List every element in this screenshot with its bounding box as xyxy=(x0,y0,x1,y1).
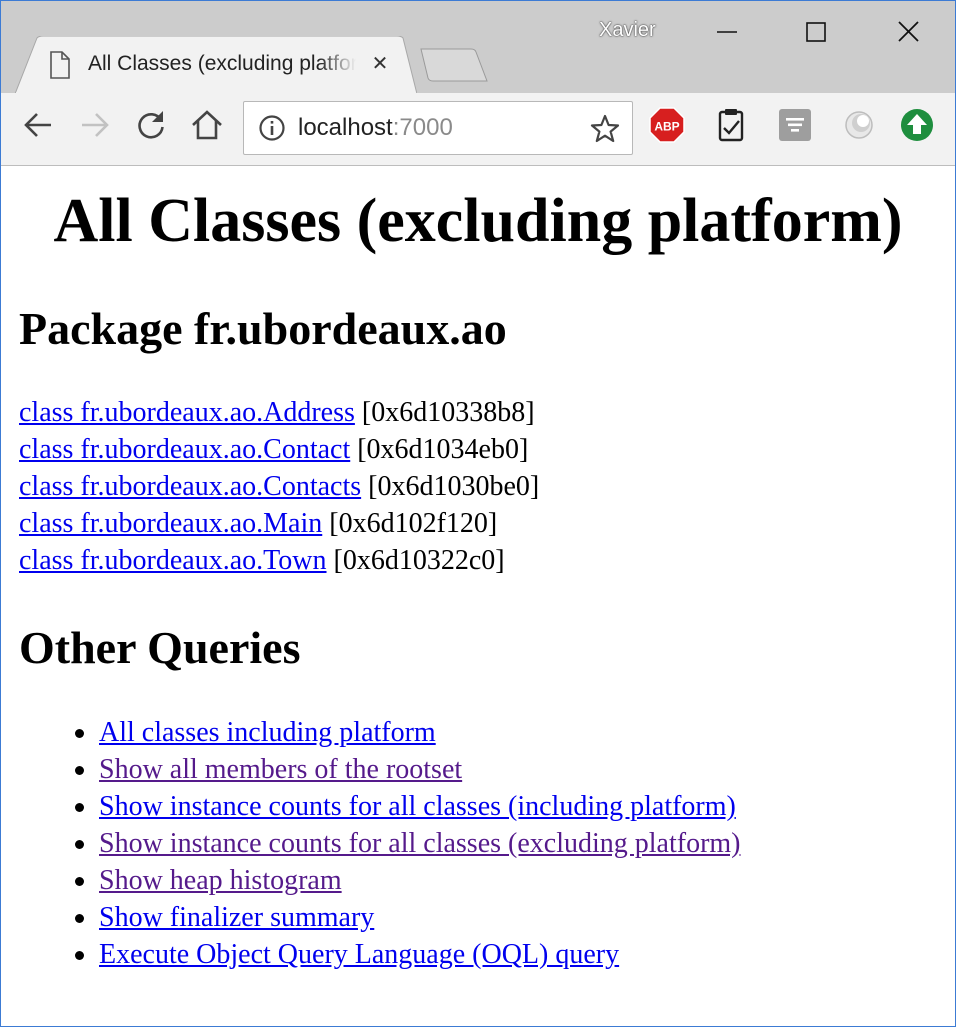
list-item: Execute Object Query Language (OQL) quer… xyxy=(75,936,741,973)
circle-extension-button[interactable] xyxy=(841,107,877,143)
maximize-icon xyxy=(806,22,826,42)
page-title: All Classes (excluding platform) xyxy=(53,187,903,255)
adblock-plus-icon: ABP xyxy=(649,107,685,143)
clipboard-extension-button[interactable] xyxy=(713,107,749,143)
class-link[interactable]: class fr.ubordeaux.ao.Address xyxy=(19,397,355,428)
list-item: Show instance counts for all classes (ex… xyxy=(75,825,741,862)
tab-close-button[interactable]: ✕ xyxy=(369,52,391,74)
adblock-plus-button[interactable]: ABP xyxy=(649,107,685,143)
tab-title: All Classes (excluding platform) xyxy=(88,52,356,75)
query-list: All classes including platform Show all … xyxy=(75,714,741,973)
class-address: [0x6d102f120] xyxy=(329,508,498,539)
arrow-left-icon xyxy=(24,113,51,137)
package-heading: Package fr.ubordeaux.ao xyxy=(19,303,507,354)
upload-icon xyxy=(901,109,933,141)
back-button[interactable] xyxy=(21,107,57,143)
url-text[interactable]: localhost:7000 xyxy=(298,114,453,142)
reload-button[interactable] xyxy=(133,107,169,143)
circle-extension-icon xyxy=(845,111,873,139)
list-item: Show finalizer summary xyxy=(75,899,741,936)
class-row: class fr.ubordeaux.ao.Main [0x6d102f120] xyxy=(19,505,539,542)
list-item: Show heap histogram xyxy=(75,862,741,899)
document-icon xyxy=(50,51,70,79)
bullet-icon xyxy=(75,877,84,886)
class-row: class fr.ubordeaux.ao.Contact [0x6d1034e… xyxy=(19,431,539,468)
feed-extension-button[interactable] xyxy=(777,107,813,143)
upload-extension-button[interactable] xyxy=(899,107,935,143)
bookmark-star-icon[interactable] xyxy=(590,114,620,144)
class-address: [0x6d1030be0] xyxy=(368,471,540,502)
browser-window: Xavier All Classes (excluding platform) … xyxy=(0,0,956,1027)
query-link[interactable]: Execute Object Query Language (OQL) quer… xyxy=(99,939,619,970)
url-host: localhost xyxy=(298,114,393,141)
class-row: class fr.ubordeaux.ao.Address [0x6d10338… xyxy=(19,394,539,431)
other-queries-heading: Other Queries xyxy=(19,622,301,673)
query-link[interactable]: All classes including platform xyxy=(99,717,436,748)
new-tab-button[interactable] xyxy=(419,47,489,83)
list-item: Show instance counts for all classes (in… xyxy=(75,788,741,825)
query-link[interactable]: Show instance counts for all classes (in… xyxy=(99,791,736,822)
list-item: All classes including platform xyxy=(75,714,741,751)
class-address: [0x6d10338b8] xyxy=(361,397,535,428)
class-row: class fr.ubordeaux.ao.Town [0x6d10322c0] xyxy=(19,542,539,579)
reload-icon xyxy=(138,111,164,139)
address-bar[interactable]: localhost:7000 xyxy=(243,101,633,155)
arrow-right-icon xyxy=(82,113,109,137)
class-link[interactable]: class fr.ubordeaux.ao.Town xyxy=(19,545,327,576)
bullet-icon xyxy=(75,840,84,849)
class-link[interactable]: class fr.ubordeaux.ao.Contacts xyxy=(19,471,361,502)
class-link[interactable]: class fr.ubordeaux.ao.Main xyxy=(19,508,322,539)
bullet-icon xyxy=(75,803,84,812)
title-bar: Xavier All Classes (excluding platform) … xyxy=(1,1,955,94)
query-link[interactable]: Show all members of the rootset xyxy=(99,754,462,785)
bullet-icon xyxy=(75,729,84,738)
list-item: Show all members of the rootset xyxy=(75,751,741,788)
bullet-icon xyxy=(75,914,84,923)
bullet-icon xyxy=(75,766,84,775)
profile-name[interactable]: Xavier xyxy=(599,19,656,42)
page-content: All Classes (excluding platform) Package… xyxy=(1,166,955,1026)
info-icon[interactable] xyxy=(258,114,286,142)
query-link[interactable]: Show finalizer summary xyxy=(99,902,374,933)
clipboard-icon xyxy=(718,109,744,142)
minimize-icon xyxy=(717,31,737,33)
home-icon xyxy=(192,110,222,140)
adblock-label: ABP xyxy=(654,120,679,134)
forward-button[interactable] xyxy=(77,107,113,143)
class-row: class fr.ubordeaux.ao.Contacts [0x6d1030… xyxy=(19,468,539,505)
tab-active[interactable]: All Classes (excluding platform) ✕ xyxy=(15,36,417,94)
query-link[interactable]: Show heap histogram xyxy=(99,865,342,896)
class-link[interactable]: class fr.ubordeaux.ao.Contact xyxy=(19,434,350,465)
class-list: class fr.ubordeaux.ao.Address [0x6d10338… xyxy=(19,394,539,579)
class-address: [0x6d1034eb0] xyxy=(357,434,529,465)
feed-icon xyxy=(779,109,811,141)
home-button[interactable] xyxy=(189,107,225,143)
url-port: :7000 xyxy=(392,114,453,141)
class-address: [0x6d10322c0] xyxy=(333,545,505,576)
close-window-button[interactable] xyxy=(885,11,931,55)
close-icon xyxy=(898,21,919,42)
bullet-icon xyxy=(75,951,84,960)
toolbar: localhost:7000 ABP xyxy=(1,93,955,166)
maximize-button[interactable] xyxy=(793,11,839,55)
query-link[interactable]: Show instance counts for all classes (ex… xyxy=(99,828,741,859)
minimize-button[interactable] xyxy=(703,11,749,55)
